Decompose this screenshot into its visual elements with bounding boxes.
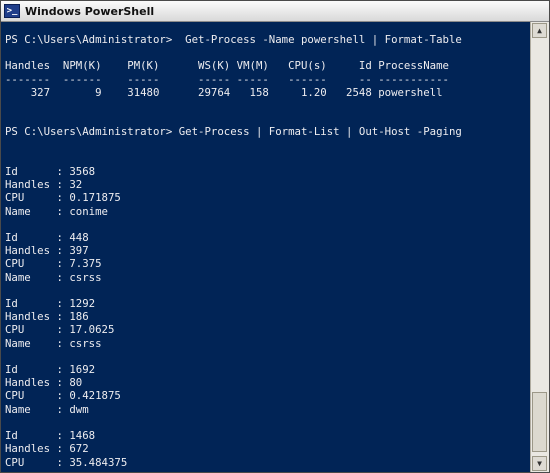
powershell-window: >_ Windows PowerShell PS C:\Users\Admini… — [0, 0, 550, 473]
console-text: PS C:\Users\Administrator> Get-Process -… — [5, 33, 462, 469]
arrow-up-icon[interactable]: ▲ — [532, 23, 547, 38]
console-output[interactable]: PS C:\Users\Administrator> Get-Process -… — [1, 22, 531, 472]
arrow-down-icon[interactable]: ▼ — [532, 456, 547, 471]
title-bar[interactable]: >_ Windows PowerShell — [1, 1, 549, 22]
window-title: Windows PowerShell — [25, 4, 155, 18]
scroll-thumb[interactable] — [532, 392, 547, 452]
vertical-scrollbar[interactable]: ▲ ▼ — [530, 22, 549, 472]
powershell-icon: >_ — [4, 4, 20, 18]
